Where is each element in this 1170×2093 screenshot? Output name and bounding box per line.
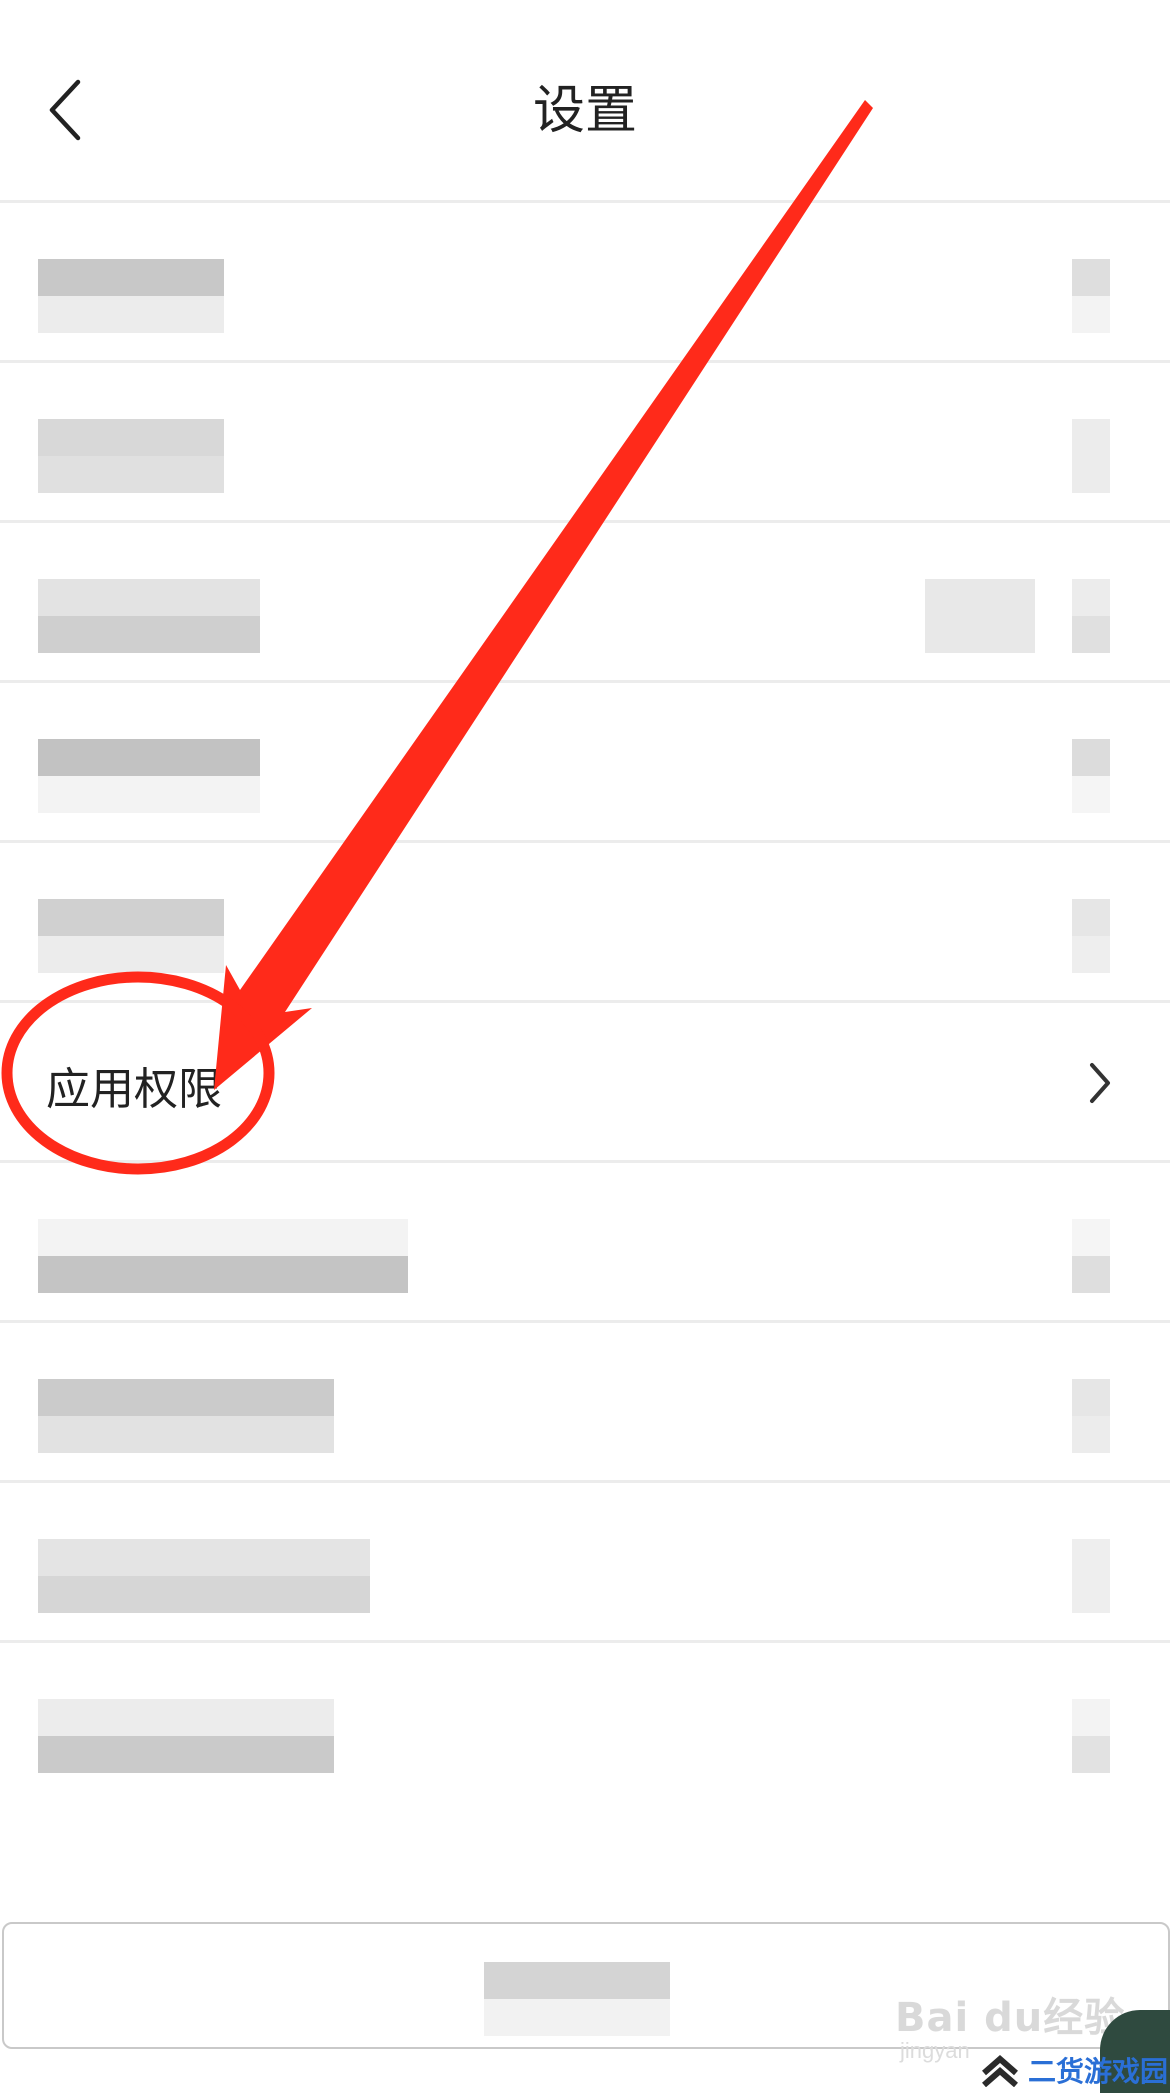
blurred-value bbox=[1072, 1539, 1110, 1613]
settings-row[interactable] bbox=[0, 523, 1170, 683]
chevron-right-icon bbox=[1080, 1053, 1120, 1113]
blurred-button-label bbox=[484, 1962, 670, 2036]
jingyan-watermark: jingyan bbox=[900, 2038, 970, 2063]
app-permissions-label: 应用权限 bbox=[46, 1064, 222, 1115]
blurred-value bbox=[1072, 739, 1110, 813]
settings-row[interactable] bbox=[0, 1643, 1170, 1800]
blurred-label bbox=[38, 1379, 334, 1453]
blurred-value bbox=[1072, 419, 1110, 493]
settings-row[interactable] bbox=[0, 203, 1170, 363]
settings-row[interactable] bbox=[0, 1483, 1170, 1643]
blurred-value bbox=[1072, 1699, 1110, 1773]
settings-row[interactable] bbox=[0, 1323, 1170, 1483]
settings-list: 应用权限 bbox=[0, 203, 1170, 1800]
blurred-label bbox=[38, 1539, 370, 1613]
header: 设置 bbox=[0, 0, 1170, 200]
blurred-label bbox=[38, 579, 260, 653]
baidu-watermark: Bai du经验 bbox=[895, 1995, 1126, 2041]
page-title: 设置 bbox=[532, 81, 637, 141]
blurred-value bbox=[1072, 1219, 1110, 1293]
blurred-value bbox=[1072, 579, 1110, 653]
blurred-label bbox=[38, 1699, 334, 1773]
app-permissions-row[interactable]: 应用权限 bbox=[0, 1003, 1170, 1163]
site-watermark-text: 二货游戏园 bbox=[1028, 2055, 1169, 2088]
settings-row[interactable] bbox=[0, 1163, 1170, 1323]
blurred-label bbox=[38, 419, 224, 493]
settings-row[interactable] bbox=[0, 683, 1170, 843]
blurred-value bbox=[1072, 1379, 1110, 1453]
settings-row[interactable] bbox=[0, 843, 1170, 1003]
blurred-value bbox=[1072, 259, 1110, 333]
blurred-value bbox=[925, 579, 1035, 653]
blurred-label bbox=[38, 259, 224, 333]
blurred-label bbox=[38, 739, 260, 813]
double-chevron-up-icon bbox=[982, 2055, 1018, 2087]
site-watermark: 二货游戏园 bbox=[980, 2050, 1168, 2090]
blurred-label bbox=[38, 899, 224, 973]
blurred-label bbox=[38, 1219, 408, 1293]
blurred-value bbox=[1072, 899, 1110, 973]
settings-row[interactable] bbox=[0, 363, 1170, 523]
